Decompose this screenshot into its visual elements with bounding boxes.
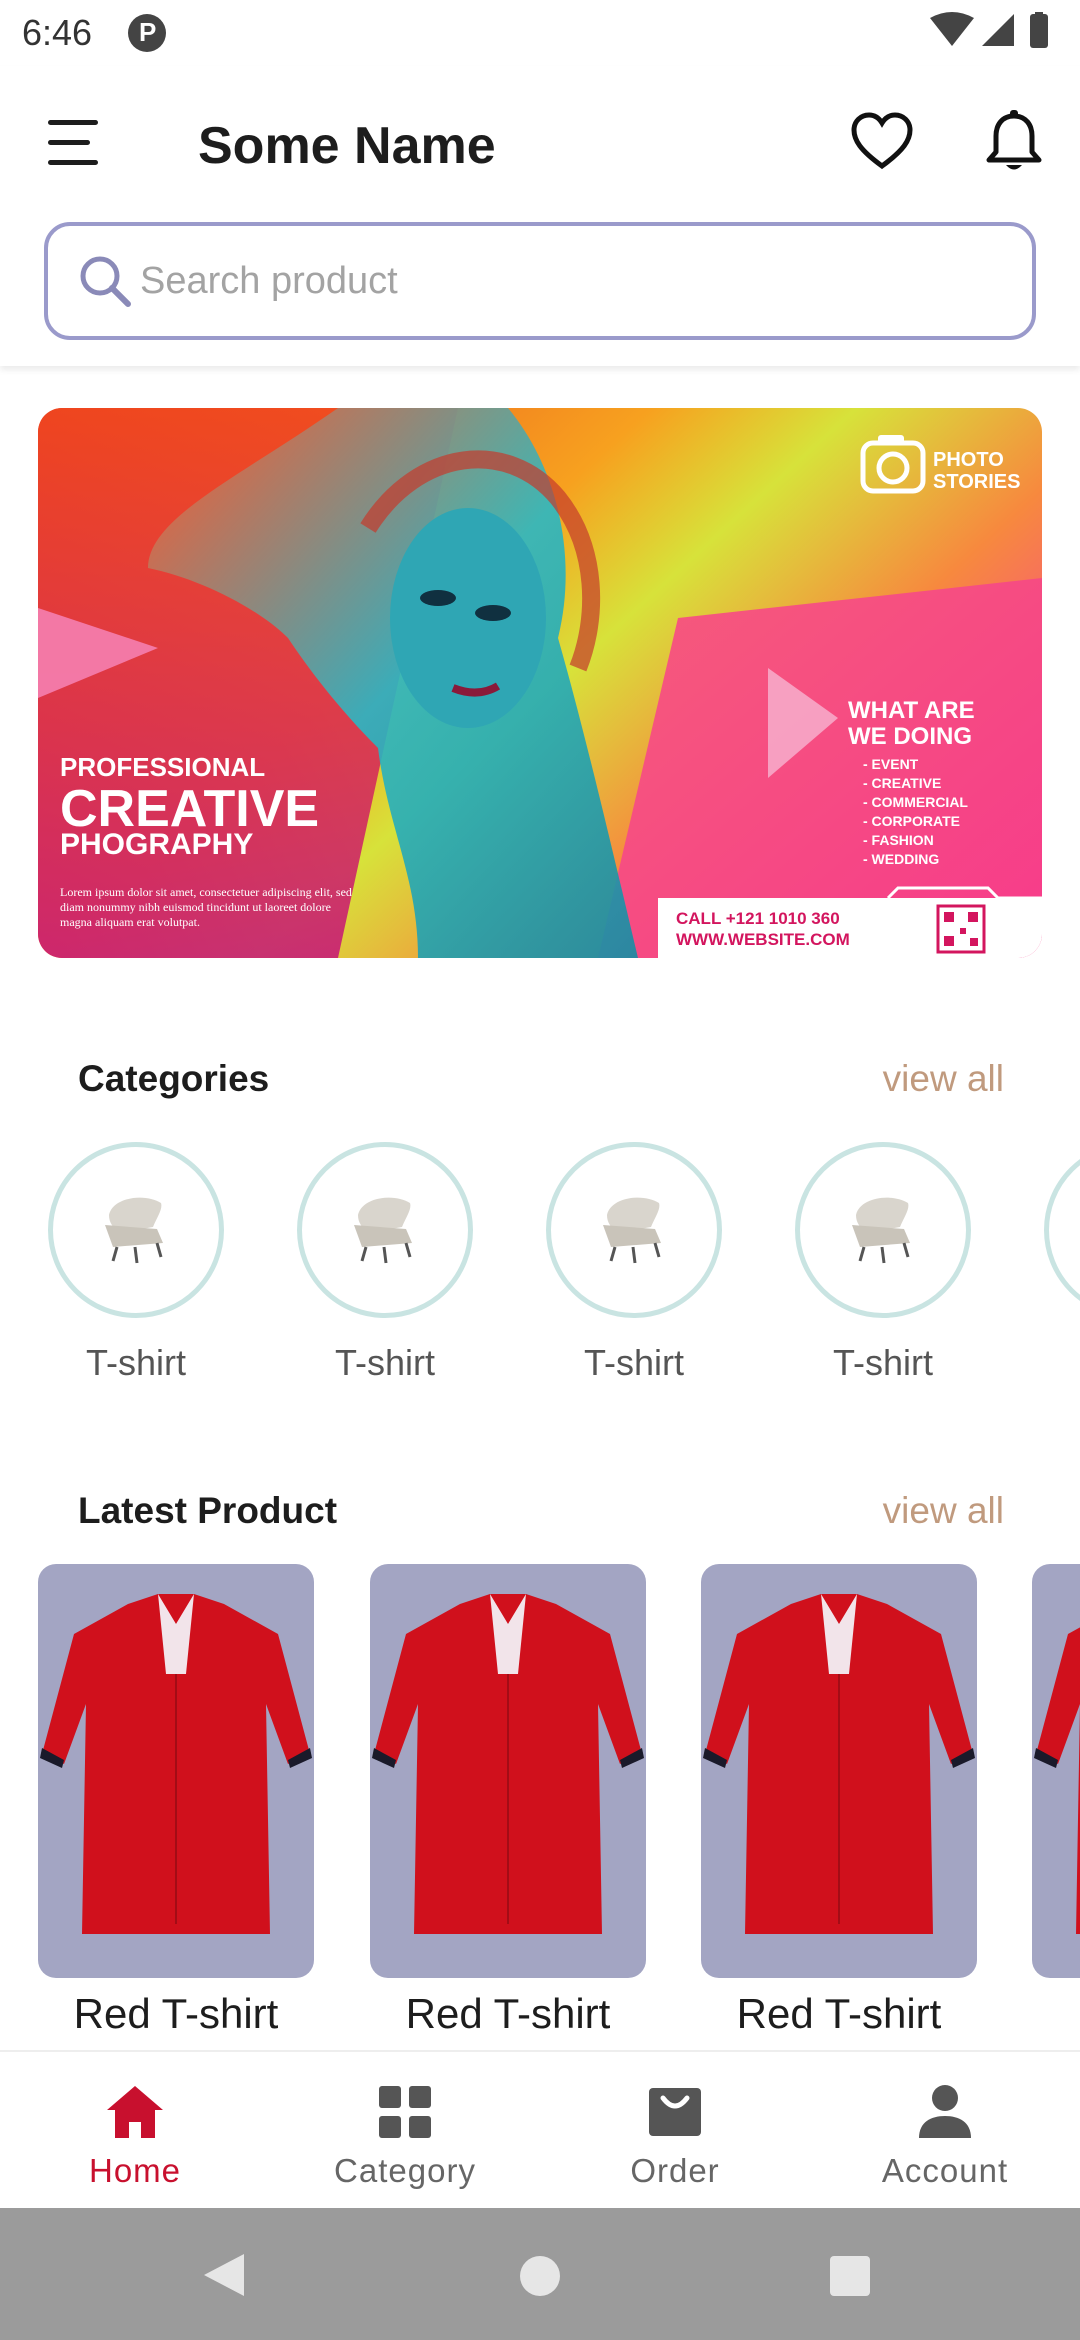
recents-icon[interactable] <box>828 2254 872 2298</box>
product-card[interactable]: Red T-shirt <box>370 1564 646 2037</box>
banner-what-1: WHAT ARE <box>848 697 975 724</box>
menu-icon <box>48 120 98 125</box>
bag-icon <box>649 2088 701 2136</box>
app-title: Some Name <box>198 117 496 175</box>
category-item[interactable]: T-shirt <box>297 1142 473 1383</box>
heart-icon <box>851 112 913 170</box>
bell-icon <box>986 110 1042 170</box>
back-icon[interactable] <box>200 2250 248 2300</box>
nav-label: Category <box>334 2152 476 2189</box>
tshirt-icon <box>703 1594 975 1934</box>
grid-icon <box>379 2086 431 2138</box>
notification-button[interactable] <box>984 110 1044 176</box>
category-item[interactable]: T-shirt <box>795 1142 971 1383</box>
system-navigation-bar <box>0 2208 1080 2340</box>
notification-app-icon <box>128 14 166 52</box>
banner-what-2: WE DOING <box>848 723 972 750</box>
banner-brand-1: PHOTO <box>933 449 1004 471</box>
banner-body-1: Lorem ipsum dolor sit amet, consectetuer… <box>60 885 352 899</box>
banner-call: CALL +121 1010 360 <box>676 909 840 928</box>
armchair-icon <box>603 1197 661 1264</box>
categories-title: Categories <box>78 1058 270 1099</box>
product-image <box>701 1564 977 1978</box>
search-box[interactable] <box>44 222 1036 340</box>
product-card[interactable]: Red T-shirt <box>701 1564 977 2037</box>
favorite-button[interactable] <box>850 112 914 172</box>
banner-service: - EVENT <box>863 756 919 772</box>
home-icon <box>107 2086 163 2138</box>
armchair-icon <box>105 1197 163 1264</box>
banner-body-2: diam nonummy nibh euismod tincidunt ut l… <box>60 900 331 914</box>
category-item-partial[interactable] <box>1044 1142 1080 1318</box>
person-icon <box>919 2085 971 2138</box>
app-bar: Some Name <box>0 66 1080 366</box>
tshirt-icon <box>40 1594 312 1934</box>
armchair-icon <box>354 1197 412 1264</box>
product-name: Red T-shirt <box>405 1990 611 2037</box>
status-bar: 6:46 <box>0 0 1080 66</box>
status-icons <box>930 12 1048 48</box>
product-image <box>370 1564 646 1978</box>
product-name: Red T-shirt <box>736 1990 942 2037</box>
banner-website: WWW.WEBSITE.COM <box>676 930 850 949</box>
search-icon <box>80 256 131 307</box>
banner-service: - CREATIVE <box>863 775 941 791</box>
banner-service: - FASHION <box>863 832 934 848</box>
nav-item-order[interactable]: Order <box>540 2052 810 2210</box>
nav-item-category[interactable]: Category <box>270 2052 540 2210</box>
promo-banner[interactable]: PHOTO STORIES PROFESSIONAL CREATIVE PHOG… <box>38 408 1042 958</box>
nav-label: Home <box>88 2152 182 2189</box>
categories-view-all-link[interactable]: view all <box>883 1058 1004 1100</box>
category-label: T-shirt <box>583 1342 684 1383</box>
home-circle-icon[interactable] <box>518 2254 562 2298</box>
nav-label: Order <box>630 2152 720 2189</box>
tshirt-icon <box>372 1594 644 1934</box>
product-card-partial[interactable] <box>1032 1564 1080 1978</box>
category-item[interactable]: T-shirt <box>546 1142 722 1383</box>
signal-icon <box>982 14 1014 46</box>
category-item[interactable]: T-shirt <box>48 1142 224 1383</box>
nav-label: Account <box>881 2152 1009 2189</box>
banner-brand-2: STORIES <box>933 471 1020 493</box>
battery-icon <box>1030 14 1048 48</box>
latest-view-all-link[interactable]: view all <box>883 1490 1004 1532</box>
product-name: Red T-shirt <box>73 1990 279 2037</box>
category-label: T-shirt <box>85 1342 186 1383</box>
banner-body-3: magna aliquam erat volutpat. <box>60 915 200 929</box>
product-image <box>38 1564 314 1978</box>
status-time: 6:46 <box>22 12 93 53</box>
banner-service: - CORPORATE <box>863 813 960 829</box>
banner-headline-3: PHOGRAPHY <box>60 828 253 861</box>
banner-headline-1: PROFESSIONAL <box>60 752 265 782</box>
nav-item-home[interactable]: Home <box>0 2052 270 2210</box>
search-input[interactable] <box>140 246 1000 316</box>
bottom-navigation: Home Category Order Account <box>0 2050 1080 2208</box>
nav-item-account[interactable]: Account <box>810 2052 1080 2210</box>
category-label: T-shirt <box>334 1342 435 1383</box>
category-label: T-shirt <box>832 1342 933 1383</box>
banner-service: - COMMERCIAL <box>863 794 968 810</box>
product-card[interactable]: Red T-shirt <box>38 1564 314 2037</box>
menu-button[interactable] <box>48 120 108 170</box>
banner-service: - WEDDING <box>863 851 939 867</box>
wifi-icon <box>930 12 974 46</box>
armchair-icon <box>852 1197 910 1264</box>
latest-product-title: Latest Product <box>78 1490 338 1531</box>
